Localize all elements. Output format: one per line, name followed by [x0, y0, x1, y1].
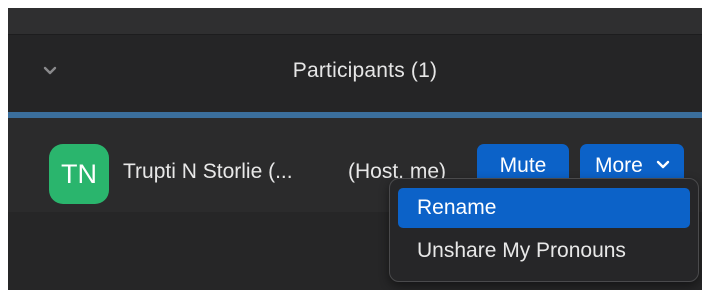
panel-title: Participants (1)	[292, 59, 438, 82]
participant-name: Trupti N Storlie (...	[123, 160, 293, 183]
caret-down-icon	[656, 160, 670, 169]
participants-panel: Participants (1) TN Trupti N Storlie (..…	[8, 8, 702, 290]
participants-header: Participants (1)	[8, 35, 702, 112]
more-button-label: More	[595, 154, 643, 177]
menu-item-rename[interactable]: Rename	[398, 188, 690, 228]
window-top-bar	[8, 8, 702, 35]
more-dropdown-menu: Rename Unshare My Pronouns	[389, 178, 699, 282]
avatar: TN	[49, 144, 109, 204]
menu-item-unshare-pronouns[interactable]: Unshare My Pronouns	[398, 231, 690, 271]
